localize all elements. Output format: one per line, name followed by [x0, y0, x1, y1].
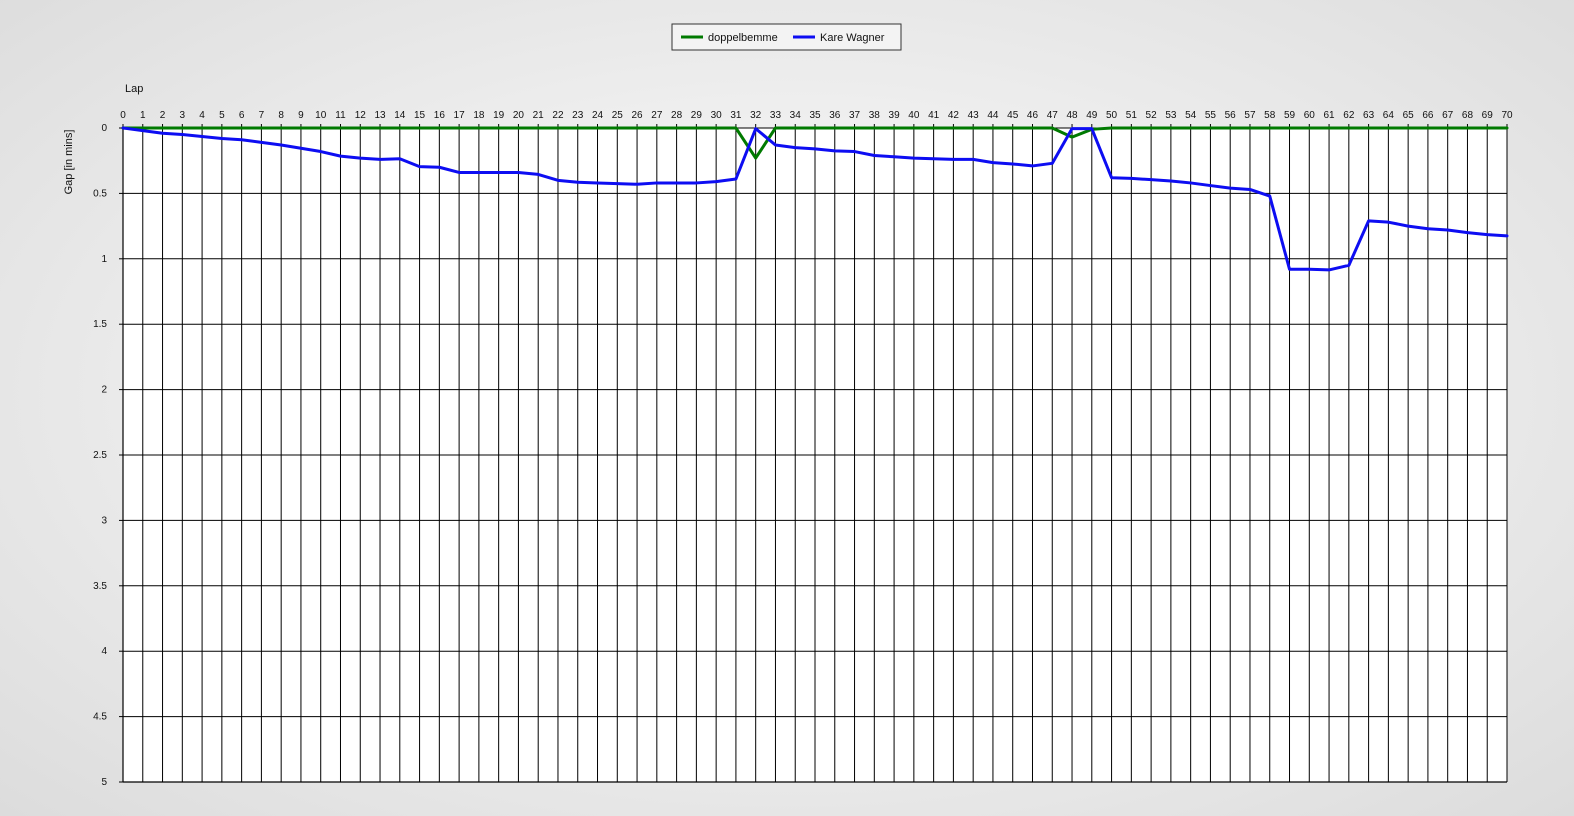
x-tick-label: 46: [1027, 110, 1039, 121]
x-tick-label: 31: [730, 110, 742, 121]
x-tick-label: 64: [1383, 110, 1395, 121]
x-tick-label: 6: [239, 110, 245, 121]
x-tick-label: 51: [1126, 110, 1138, 121]
legend-label-kare-wagner: Kare Wagner: [820, 32, 885, 44]
x-tick-label: 27: [651, 110, 663, 121]
x-tick-label: 69: [1482, 110, 1494, 121]
x-tick-label: 9: [298, 110, 304, 121]
x-tick-label: 56: [1225, 110, 1237, 121]
x-tick-label: 66: [1422, 110, 1434, 121]
x-tick-label: 17: [454, 110, 466, 121]
legend: doppelbemme Kare Wagner: [671, 23, 902, 51]
x-tick-label: 25: [612, 110, 624, 121]
x-tick-label: 47: [1047, 110, 1059, 121]
x-axis-label: Lap: [125, 83, 143, 95]
y-tick-label: 2.5: [93, 450, 107, 461]
x-tick-label: 58: [1264, 110, 1276, 121]
x-tick-label: 62: [1343, 110, 1355, 121]
x-tick-label: 57: [1244, 110, 1256, 121]
gap-chart: doppelbemme Kare Wagner Lap Gap [in mins…: [63, 23, 1513, 788]
y-tick-label: 4: [101, 646, 107, 657]
x-tick-label: 44: [987, 110, 999, 121]
x-tick-label: 68: [1462, 110, 1474, 121]
x-tick-label: 5: [219, 110, 225, 121]
y-tick-label: 3: [101, 515, 107, 526]
x-tick-label: 23: [572, 110, 584, 121]
x-tick-label: 35: [809, 110, 821, 121]
x-tick-label: 34: [790, 110, 802, 121]
y-tick-label: 0.5: [93, 188, 107, 199]
x-tick-label: 55: [1205, 110, 1217, 121]
y-tick-label: 3.5: [93, 581, 107, 592]
x-tick-label: 16: [434, 110, 446, 121]
plot-area: 0 1 2 3 4 5 6 7 8 9 10 11 12 13 14 15 16 17 18 19 20 21 22 23 24…: [93, 110, 1513, 788]
x-tick-label: 43: [968, 110, 980, 121]
x-tick-label: 49: [1086, 110, 1098, 121]
x-tick-label: 11: [335, 110, 346, 121]
x-tick-label: 61: [1323, 110, 1335, 121]
x-tick-label: 45: [1007, 110, 1019, 121]
x-tick-label: 54: [1185, 110, 1197, 121]
y-tick-label: 2: [101, 385, 107, 396]
x-tick-label: 24: [592, 110, 604, 121]
x-tick-label: 50: [1106, 110, 1118, 121]
x-tick-label: 10: [315, 110, 327, 121]
legend-label-doppelbemme: doppelbemme: [708, 32, 778, 44]
y-tick-label: 0: [101, 123, 107, 134]
x-tick-label: 28: [671, 110, 683, 121]
x-tick-label: 38: [869, 110, 881, 121]
x-tick-label: 40: [908, 110, 920, 121]
x-tick-label: 2: [160, 110, 166, 121]
x-tick-label: 26: [631, 110, 643, 121]
x-tick-label: 3: [180, 110, 186, 121]
x-tick-label: 21: [533, 110, 545, 121]
x-tick-label: 32: [750, 110, 762, 121]
x-tick-label: 0: [120, 110, 126, 121]
x-tick-label: 42: [948, 110, 960, 121]
x-tick-label: 63: [1363, 110, 1375, 121]
x-tick-label: 36: [829, 110, 841, 121]
x-tick-label: 20: [513, 110, 525, 121]
x-tick-label: 37: [849, 110, 861, 121]
x-tick-label: 4: [199, 110, 205, 121]
x-tick-label: 70: [1501, 110, 1513, 121]
y-tick-label: 4.5: [93, 712, 107, 723]
x-tick-label: 7: [259, 110, 265, 121]
x-tick-label: 65: [1403, 110, 1415, 121]
x-tick-label: 59: [1284, 110, 1296, 121]
x-tick-label: 52: [1146, 110, 1158, 121]
y-axis-label: Gap [in mins]: [63, 130, 75, 195]
x-tick-label: 1: [140, 110, 146, 121]
y-tick-label: 1.5: [93, 319, 107, 330]
x-tick-label: 41: [928, 110, 940, 121]
x-tick-label: 8: [278, 110, 284, 121]
x-tick-label: 15: [414, 110, 426, 121]
x-tick-label: 19: [493, 110, 505, 121]
x-tick-label: 29: [691, 110, 703, 121]
x-tick-label: 13: [374, 110, 386, 121]
x-tick-label: 30: [711, 110, 723, 121]
x-tick-label: 67: [1442, 110, 1454, 121]
x-tick-label: 53: [1165, 110, 1177, 121]
y-tick-label: 5: [101, 777, 107, 788]
x-tick-label: 22: [552, 110, 564, 121]
x-tick-label: 18: [473, 110, 485, 121]
x-tick-label: 60: [1304, 110, 1316, 121]
y-tick-label: 1: [101, 254, 107, 265]
x-tick-label: 48: [1066, 110, 1078, 121]
x-tick-label: 14: [394, 110, 406, 121]
x-tick-label: 39: [889, 110, 901, 121]
x-tick-label: 12: [355, 110, 367, 121]
x-tick-label: 33: [770, 110, 782, 121]
